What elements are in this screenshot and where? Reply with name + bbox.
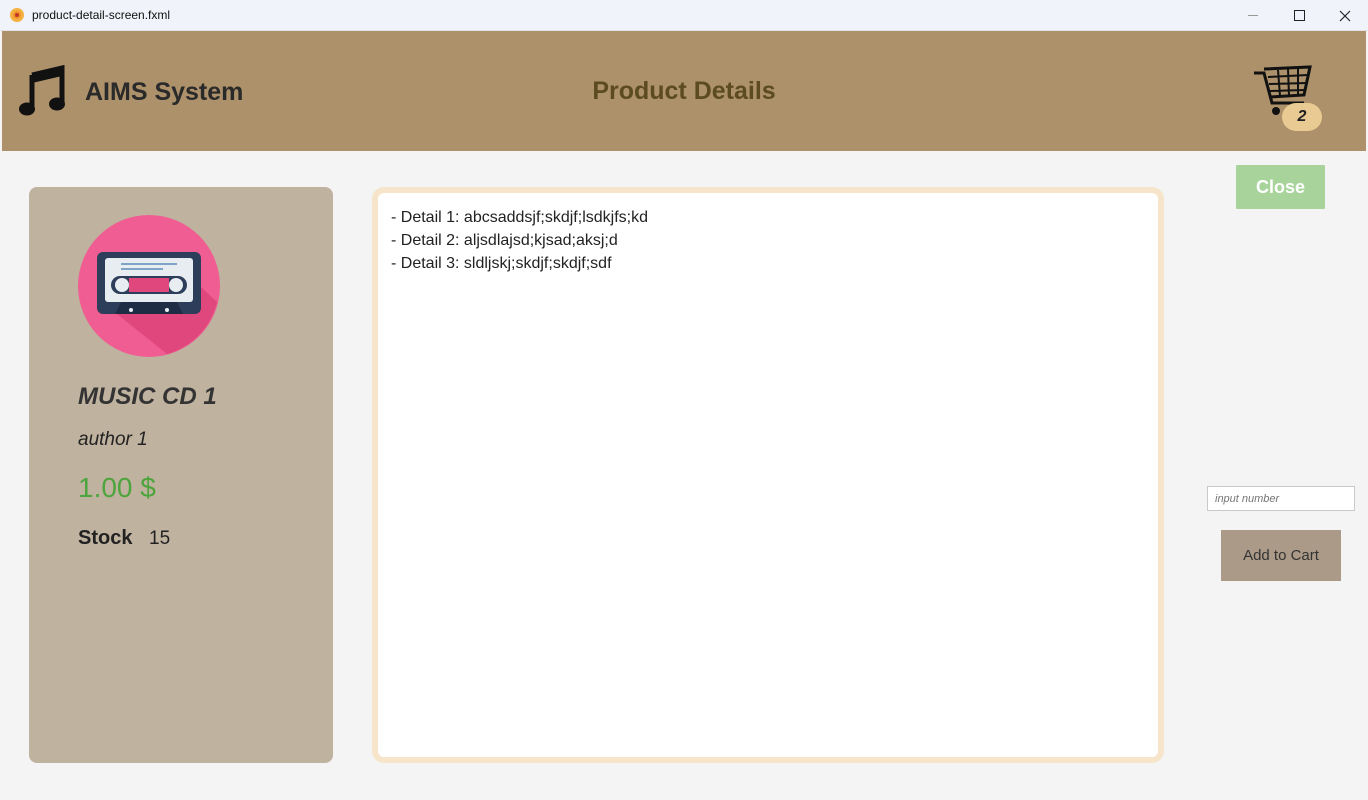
quantity-input[interactable] xyxy=(1207,486,1355,511)
app-icon xyxy=(10,8,24,22)
product-author: author 1 xyxy=(78,429,148,450)
product-card: MUSIC CD 1 author 1 1.00 $ Stock 15 xyxy=(29,187,333,763)
product-details-box[interactable]: - Detail 1: abcsaddsjf;skdjf;lsdkjfs;kd … xyxy=(372,187,1164,763)
close-button[interactable]: Close xyxy=(1236,165,1325,209)
cart-count-badge: 2 xyxy=(1282,103,1322,131)
product-details-text: - Detail 1: abcsaddsjf;skdjf;lsdkjfs;kd … xyxy=(391,209,648,272)
maximize-icon xyxy=(1293,10,1305,21)
stock-value: 15 xyxy=(149,528,171,549)
minimize-icon xyxy=(1248,15,1258,16)
product-name: MUSIC CD 1 xyxy=(78,383,217,410)
close-window-button[interactable] xyxy=(1322,0,1368,31)
minimize-button[interactable] xyxy=(1230,0,1276,31)
cassette-tape-icon xyxy=(78,215,220,357)
product-price: 1.00 $ xyxy=(78,472,156,503)
add-to-cart-button[interactable]: Add to Cart xyxy=(1221,530,1341,581)
window-title: product-detail-screen.fxml xyxy=(32,8,171,22)
close-icon xyxy=(1339,10,1351,21)
page-title: Product Details xyxy=(592,77,776,105)
stock-label: Stock xyxy=(78,527,133,549)
window-titlebar: product-detail-screen.fxml xyxy=(0,0,1368,31)
maximize-button[interactable] xyxy=(1276,0,1322,31)
app-header: AIMS System Product Details 2 xyxy=(2,31,1366,151)
